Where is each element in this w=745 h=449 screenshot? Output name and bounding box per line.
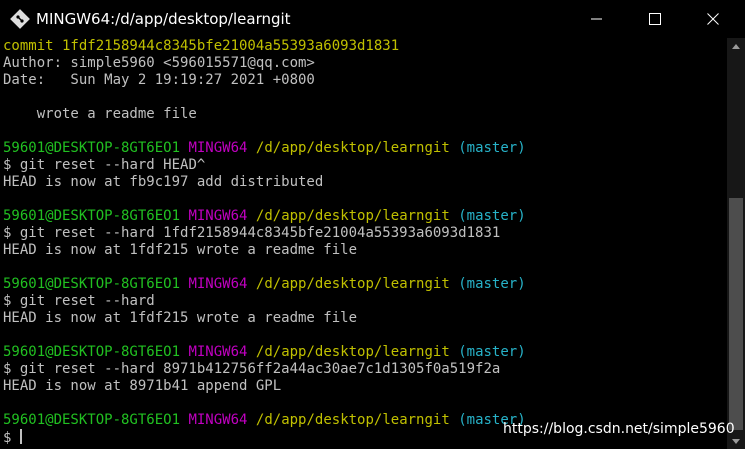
chevron-up-icon [732,43,740,49]
command-output: HEAD is now at 8971b41 append GPL [3,378,282,394]
log-date-line: Date: Sun May 2 19:19:27 2021 +0800 [3,72,315,88]
log-message-line: wrote a readme file [3,106,197,122]
prompt-user-host: 59601@DESKTOP-8GT6EO1 [3,344,181,360]
command-line: $ git reset --hard [3,293,155,310]
command-output: HEAD is now at fb9c197 add distributed [3,174,324,190]
title-bar[interactable]: MINGW64:/d/app/desktop/learngit [0,0,745,38]
prompt-user-host: 59601@DESKTOP-8GT6EO1 [3,140,181,156]
command-output: HEAD is now at 1fdf215 wrote a readme fi… [3,242,358,258]
prompt-symbol: $ [3,157,12,173]
prompt-symbol: $ [3,293,12,309]
command-line: $ git reset --hard 8971b412756ff2a44ac30… [3,361,500,378]
prompt-shell: MINGW64 [188,276,248,292]
prompt-shell: MINGW64 [188,344,248,360]
log-commit-line: commit 1fdf2158944c8345bfe21004a55393a60… [3,38,400,54]
prompt-shell: MINGW64 [188,208,248,224]
command-text: git reset --hard HEAD^ [19,157,206,173]
prompt-path: /d/app/desktop/learngit [255,208,450,224]
prompt-branch: (master) [458,344,526,360]
command-line: $ git reset --hard HEAD^ [3,157,205,174]
command-text: git reset --hard [19,293,155,309]
active-command-line[interactable]: $ [3,429,22,446]
prompt-branch: (master) [458,276,526,292]
close-button[interactable] [690,0,736,38]
prompt-line: 59601@DESKTOP-8GT6EO1 MINGW64 /d/app/des… [3,412,526,429]
vertical-scrollbar[interactable] [727,38,745,449]
prompt-line: 59601@DESKTOP-8GT6EO1 MINGW64 /d/app/des… [3,140,526,157]
log-author-line: Author: simple5960 <596015571@qq.com> [3,55,315,71]
prompt-line: 59601@DESKTOP-8GT6EO1 MINGW64 /d/app/des… [3,344,526,361]
command-line: $ git reset --hard 1fdf2158944c8345bfe21… [3,225,500,242]
maximize-button[interactable] [632,0,678,38]
command-output: HEAD is now at 1fdf215 wrote a readme fi… [3,310,358,326]
prompt-branch: (master) [458,140,526,156]
prompt-user-host: 59601@DESKTOP-8GT6EO1 [3,412,181,428]
prompt-symbol: $ [3,361,12,377]
prompt-path: /d/app/desktop/learngit [255,344,450,360]
prompt-line: 59601@DESKTOP-8GT6EO1 MINGW64 /d/app/des… [3,208,526,225]
prompt-symbol: $ [3,430,12,446]
scroll-up-button[interactable] [727,38,745,54]
git-diamond-icon [10,9,30,29]
chevron-down-icon [732,438,740,444]
command-text: git reset --hard 1fdf2158944c8345bfe2100… [19,225,501,241]
command-text: git reset --hard 8971b412756ff2a44ac30ae… [19,361,501,377]
prompt-path: /d/app/desktop/learngit [255,276,450,292]
scrollbar-thumb[interactable] [729,198,743,430]
minimize-button[interactable] [574,0,620,38]
prompt-branch: (master) [458,208,526,224]
text-cursor [19,429,22,444]
maximize-icon [649,13,661,25]
prompt-user-host: 59601@DESKTOP-8GT6EO1 [3,276,181,292]
prompt-path: /d/app/desktop/learngit [255,412,450,428]
prompt-symbol: $ [3,225,12,241]
close-icon [707,13,719,25]
prompt-user-host: 59601@DESKTOP-8GT6EO1 [3,208,181,224]
minimize-icon [591,18,602,20]
watermark: https://blog.csdn.net/simple5960 [503,421,735,437]
prompt-path: /d/app/desktop/learngit [255,140,450,156]
prompt-shell: MINGW64 [188,140,248,156]
prompt-shell: MINGW64 [188,412,248,428]
prompt-line: 59601@DESKTOP-8GT6EO1 MINGW64 /d/app/des… [3,276,526,293]
terminal-output[interactable]: commit 1fdf2158944c8345bfe21004a55393a60… [0,38,727,449]
window-title: MINGW64:/d/app/desktop/learngit [36,10,291,28]
